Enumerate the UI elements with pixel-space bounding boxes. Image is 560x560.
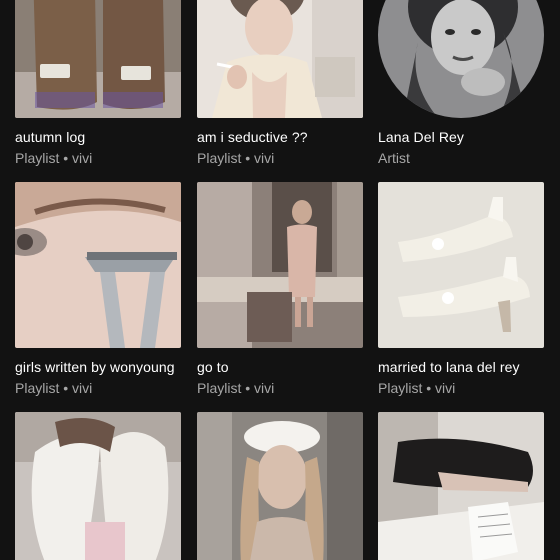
card-subtitle: Artist <box>378 150 410 166</box>
library-grid: autumn log Playlist • vivi am i seductiv… <box>0 0 560 560</box>
lana-del-rey-portrait <box>378 0 544 118</box>
card-title: autumn log <box>15 129 86 145</box>
card-subtitle: Playlist • vivi <box>197 380 275 396</box>
ugg-boots-photo <box>15 0 181 118</box>
beret-woman-photo <box>197 412 363 560</box>
card-title: Lana Del Rey <box>378 129 465 145</box>
vanity-room-photo <box>197 182 363 348</box>
card-title: go to <box>197 359 229 375</box>
angel-wings-photo <box>15 412 181 560</box>
eyelash-curler-photo <box>15 182 181 348</box>
card-title: girls written by wonyoung <box>15 359 175 375</box>
card-subtitle: Playlist • vivi <box>15 150 93 166</box>
white-heels-photo <box>378 182 544 348</box>
card-subtitle: Playlist • vivi <box>378 380 456 396</box>
girl-on-bed-photo <box>378 412 544 560</box>
card-title: married to lana del rey <box>378 359 520 375</box>
card-subtitle: Playlist • vivi <box>15 380 93 396</box>
woman-smoking-photo <box>197 0 363 118</box>
card-title: am i seductive ?? <box>197 129 308 145</box>
card-subtitle: Playlist • vivi <box>197 150 275 166</box>
